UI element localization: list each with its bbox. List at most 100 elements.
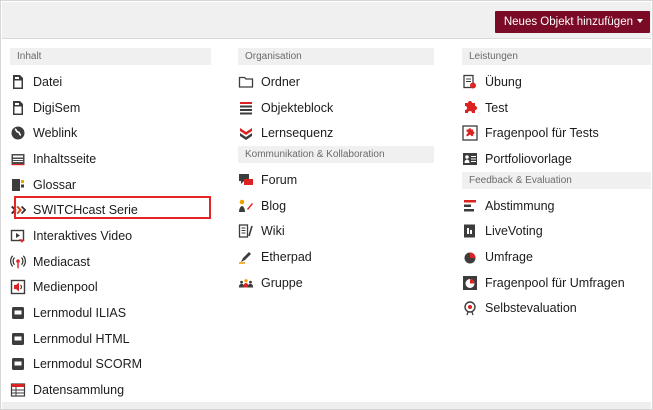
speaker-icon: [10, 279, 26, 295]
menu-item-lernmodul-html[interactable]: Lernmodul HTML: [10, 326, 211, 352]
menu-item-livevoting[interactable]: LiveVoting: [462, 218, 651, 244]
menu-item-fragenpool-fuer-tests[interactable]: Fragenpool für Tests: [462, 120, 651, 146]
puzzle-icon: [462, 100, 478, 116]
menu-item-gruppe[interactable]: Gruppe: [238, 270, 434, 296]
menu-item-label: Objekteblock: [261, 100, 334, 115]
menu-item-label: Test: [485, 100, 508, 115]
bottom-band: [2, 402, 651, 409]
section-header-inhalt: Inhalt: [10, 48, 211, 65]
menu-item-weblink[interactable]: Weblink: [10, 120, 211, 146]
menu-item-umfrage[interactable]: Umfrage: [462, 244, 651, 270]
module-icon: [10, 305, 26, 321]
section-header-feedback: Feedback & Evaluation: [462, 171, 651, 189]
bars-icon: [462, 198, 478, 214]
menu-item-forum[interactable]: Forum: [238, 167, 434, 193]
menu-item-interaktives-video[interactable]: Interaktives Video: [10, 223, 211, 249]
menu-item-label: Blog: [261, 198, 287, 213]
chevrons-icon: [238, 125, 254, 141]
menu-item-label: Gruppe: [261, 275, 303, 290]
menu-item-lernmodul-ilias[interactable]: Lernmodul ILIAS: [10, 300, 211, 326]
menu-item-objekteblock[interactable]: Objekteblock: [238, 95, 434, 121]
module-icon: [10, 356, 26, 372]
wiki-icon: [238, 223, 254, 239]
interactive-video-icon: [10, 228, 26, 244]
broadcast-icon: [10, 254, 26, 270]
menu-item-label: Forum: [261, 172, 298, 187]
menu-item-inhaltsseite[interactable]: Inhaltsseite: [10, 146, 211, 172]
pen-icon: [238, 249, 254, 265]
menu-item-mediacast[interactable]: Mediacast: [10, 249, 211, 275]
section-header-kommunikation: Kommunikation & Kollaboration: [238, 146, 434, 164]
menu-item-abstimmung[interactable]: Abstimmung: [462, 193, 651, 219]
exercise-icon: [462, 74, 478, 90]
menu-item-label: Lernmodul HTML: [33, 331, 130, 346]
section-header-leistungen: Leistungen: [462, 48, 651, 65]
menu-item-label: Fragenpool für Umfragen: [485, 275, 625, 290]
menu-item-label: Interaktives Video: [33, 228, 133, 243]
pie-box-icon: [462, 275, 478, 291]
menu-item-label: Wiki: [261, 224, 285, 239]
menu-item-test[interactable]: Test: [462, 95, 651, 121]
menu-item-label: Selbstevaluation: [485, 301, 577, 316]
menu-item-label: LiveVoting: [485, 224, 543, 239]
menu-item-datensammlung[interactable]: Datensammlung: [10, 377, 211, 403]
menu-item-wiki[interactable]: Wiki: [238, 218, 434, 244]
menu-item-medienpool[interactable]: Medienpool: [10, 275, 211, 301]
switchcast-icon: [10, 202, 26, 218]
menu-item-glossar[interactable]: Glossar: [10, 172, 211, 198]
folder-icon: [238, 74, 254, 90]
add-new-object-dropdown-button[interactable]: Neues Objekt hinzufügen: [494, 11, 650, 33]
menu-item-uebung[interactable]: Übung: [462, 69, 651, 95]
pie-icon: [462, 249, 478, 265]
menu-item-etherpad[interactable]: Etherpad: [238, 244, 434, 270]
group-icon: [238, 275, 254, 291]
file-icon: [10, 100, 26, 116]
file-icon: [10, 74, 26, 90]
menu-item-label: Portfoliovorlage: [485, 151, 572, 166]
menu-item-ordner[interactable]: Ordner: [238, 69, 434, 95]
menu-item-label: Glossar: [33, 177, 77, 192]
menu-item-label: Inhaltsseite: [33, 151, 97, 166]
menu-item-label: SWITCHcast Serie: [33, 203, 138, 218]
self-eval-icon: [462, 300, 478, 316]
menu-item-datei[interactable]: Datei: [10, 69, 211, 95]
column-organisation: Organisation Ordner Objekteblock Lernseque…: [238, 48, 434, 296]
menu-item-label: Übung: [485, 74, 522, 89]
column-content: Inhalt Datei DigiSem Weblink Inhaltsseite Gl…: [10, 48, 211, 403]
menu-item-label: Mediacast: [33, 254, 90, 269]
column-leistungen: Leistungen Übung Test Fragenpool für Tests…: [462, 48, 651, 321]
menu-item-label: Ordner: [261, 74, 300, 89]
menu-item-label: Datensammlung: [33, 383, 125, 398]
globe-icon: [10, 125, 26, 141]
menu-item-label: Lernmodul SCORM: [33, 357, 143, 372]
voting-icon: [462, 223, 478, 239]
menu-item-label: Etherpad: [261, 249, 312, 264]
menu-item-fragenpool-fuer-umfragen[interactable]: Fragenpool für Umfragen: [462, 270, 651, 296]
menu-item-lernmodul-scorm[interactable]: Lernmodul SCORM: [10, 352, 211, 378]
menu-item-label: Lernmodul ILIAS: [33, 306, 127, 321]
menu-item-selbstevaluation[interactable]: Selbstevaluation: [462, 296, 651, 322]
blog-icon: [238, 198, 254, 214]
add-object-panel: Neues Objekt hinzufügen Inhalt Datei Digi…: [0, 0, 653, 410]
portfolio-icon: [462, 151, 478, 167]
menu-item-label: Umfrage: [485, 249, 533, 264]
module-icon: [10, 331, 26, 347]
menu-item-label: Abstimmung: [485, 198, 555, 213]
menu-item-label: Lernsequenz: [261, 126, 334, 141]
page-icon: [10, 151, 26, 167]
menu-item-digisem[interactable]: DigiSem: [10, 95, 211, 121]
menu-item-label: Datei: [33, 74, 63, 89]
menu-item-label: DigiSem: [33, 100, 81, 115]
menu-item-lernsequenz[interactable]: Lernsequenz: [238, 120, 434, 146]
menu-item-switchcast-serie[interactable]: SWITCHcast Serie: [10, 197, 211, 223]
menu-item-portfoliovorlage[interactable]: Portfoliovorlage: [462, 146, 651, 172]
menu-item-blog[interactable]: Blog: [238, 193, 434, 219]
caret-down-icon: [637, 18, 643, 23]
puzzle-box-icon: [462, 125, 478, 141]
add-button-label: Neues Objekt hinzufügen: [503, 16, 633, 28]
forum-icon: [238, 172, 254, 188]
table-icon: [10, 382, 26, 398]
list-icon: [238, 100, 254, 116]
section-header-organisation: Organisation: [238, 48, 434, 65]
glossary-icon: [10, 177, 26, 193]
